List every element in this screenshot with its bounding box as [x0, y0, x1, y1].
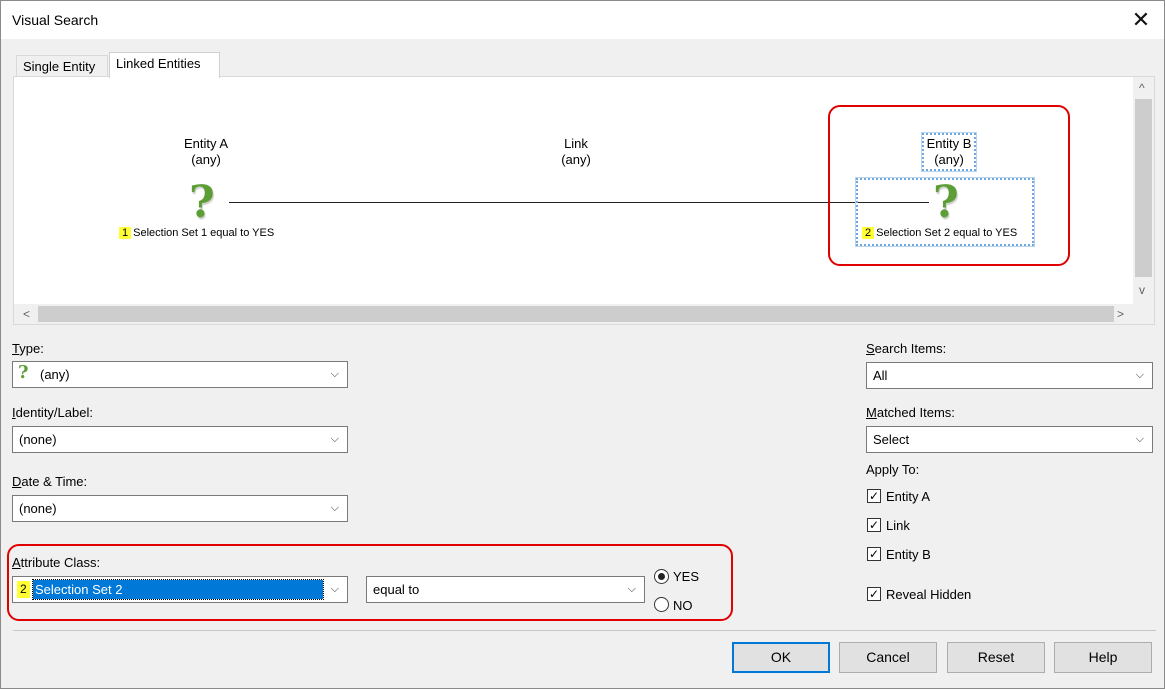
datetime-value: (none) — [19, 501, 57, 516]
vertical-scrollbar[interactable]: ^ v — [1133, 77, 1154, 304]
question-mark-icon: ? — [189, 177, 215, 228]
type-value: (any) — [40, 367, 70, 382]
close-icon: ✕ — [1131, 7, 1151, 32]
entity-a-name: Entity A — [183, 136, 229, 151]
help-button[interactable]: Help — [1054, 642, 1152, 673]
link-type: (any) — [561, 152, 591, 167]
apply-entity-b-label: Entity B — [886, 547, 931, 562]
window-title: Visual Search — [12, 12, 99, 28]
link-name: Link — [564, 136, 588, 151]
chevron-down-icon: ⌵ — [330, 502, 339, 514]
link-label[interactable]: Link (any) — [536, 136, 616, 168]
highlight-attribute-class — [7, 544, 733, 621]
search-items-label: Search Items: — [866, 341, 947, 356]
tab-linked-entities[interactable]: Linked Entities — [109, 52, 220, 78]
check-icon: ✓ — [868, 518, 880, 532]
entity-a-icon[interactable]: ? — [189, 181, 215, 225]
entity-a-type: (any) — [191, 152, 221, 167]
entity-a-condition: 1 Selection Set 1 equal to YES — [119, 227, 274, 239]
diagram-canvas[interactable]: Entity A (any) ? 1 Selection Set 1 equal … — [14, 77, 1133, 304]
identity-label: Identity/Label: — [12, 405, 93, 420]
reset-button[interactable]: Reset — [947, 642, 1045, 673]
datetime-dropdown[interactable]: (none) ⌵ — [12, 495, 348, 522]
scroll-down-icon[interactable]: v — [1139, 283, 1145, 297]
check-icon: ✓ — [868, 489, 880, 503]
reveal-hidden-checkbox[interactable]: ✓ — [867, 587, 881, 601]
identity-value: (none) — [19, 432, 57, 447]
search-items-dropdown[interactable]: All ⌵ — [866, 362, 1153, 389]
apply-entity-a-label: Entity A — [886, 489, 931, 504]
question-mark-icon: ? — [18, 362, 29, 383]
reveal-hidden-label: Reveal Hidden — [886, 587, 972, 602]
chevron-down-icon: ⌵ — [330, 433, 339, 445]
scroll-left-icon[interactable]: < — [23, 307, 30, 321]
tab-label: Linked Entities — [116, 56, 201, 71]
tab-single-entity[interactable]: Single Entity — [16, 55, 108, 77]
horizontal-scroll-thumb[interactable] — [38, 306, 1114, 322]
check-icon: ✓ — [868, 547, 880, 561]
type-dropdown[interactable]: ? (any) ⌵ — [12, 361, 348, 388]
ok-button[interactable]: OK — [732, 642, 830, 673]
apply-entity-a-checkbox[interactable]: ✓ — [867, 489, 881, 503]
matched-items-value: Select — [873, 432, 910, 447]
chevron-down-icon: ⌵ — [1135, 369, 1144, 381]
matched-items-dropdown[interactable]: Select ⌵ — [866, 426, 1153, 453]
horizontal-scrollbar[interactable]: < > — [14, 304, 1154, 324]
condition-badge: 1 — [119, 227, 132, 239]
visual-search-dialog: Visual Search ✕ Single Entity Linked Ent… — [0, 0, 1165, 689]
link-line[interactable] — [229, 202, 929, 203]
entity-a-label: Entity A (any) — [166, 136, 246, 168]
search-items-value: All — [873, 368, 888, 383]
chevron-down-icon: ⌵ — [1135, 433, 1144, 445]
check-icon: ✓ — [868, 587, 880, 601]
identity-dropdown[interactable]: (none) ⌵ — [12, 426, 348, 453]
chevron-down-icon: ⌵ — [330, 368, 339, 380]
scroll-up-icon[interactable]: ^ — [1139, 81, 1145, 95]
matched-items-label: Matched Items: — [866, 405, 955, 420]
highlight-entity-b — [828, 105, 1070, 266]
close-button[interactable]: ✕ — [1118, 1, 1164, 39]
apply-entity-b-checkbox[interactable]: ✓ — [867, 547, 881, 561]
datetime-label: Date & Time: — [12, 474, 88, 489]
type-label: Type: — [12, 341, 44, 356]
tab-label: Single Entity — [23, 59, 96, 74]
scroll-right-icon[interactable]: > — [1117, 307, 1124, 321]
apply-link-label: Link — [886, 518, 910, 533]
vertical-scroll-thumb[interactable] — [1135, 99, 1152, 277]
diagram-panel: Entity A (any) ? 1 Selection Set 1 equal … — [13, 76, 1155, 325]
footer-separator — [13, 630, 1156, 631]
apply-link-checkbox[interactable]: ✓ — [867, 518, 881, 532]
cancel-button[interactable]: Cancel — [839, 642, 937, 673]
apply-to-label: Apply To: — [866, 462, 920, 477]
title-bar: Visual Search ✕ — [1, 1, 1164, 39]
condition-text: Selection Set 1 equal to YES — [133, 227, 275, 239]
